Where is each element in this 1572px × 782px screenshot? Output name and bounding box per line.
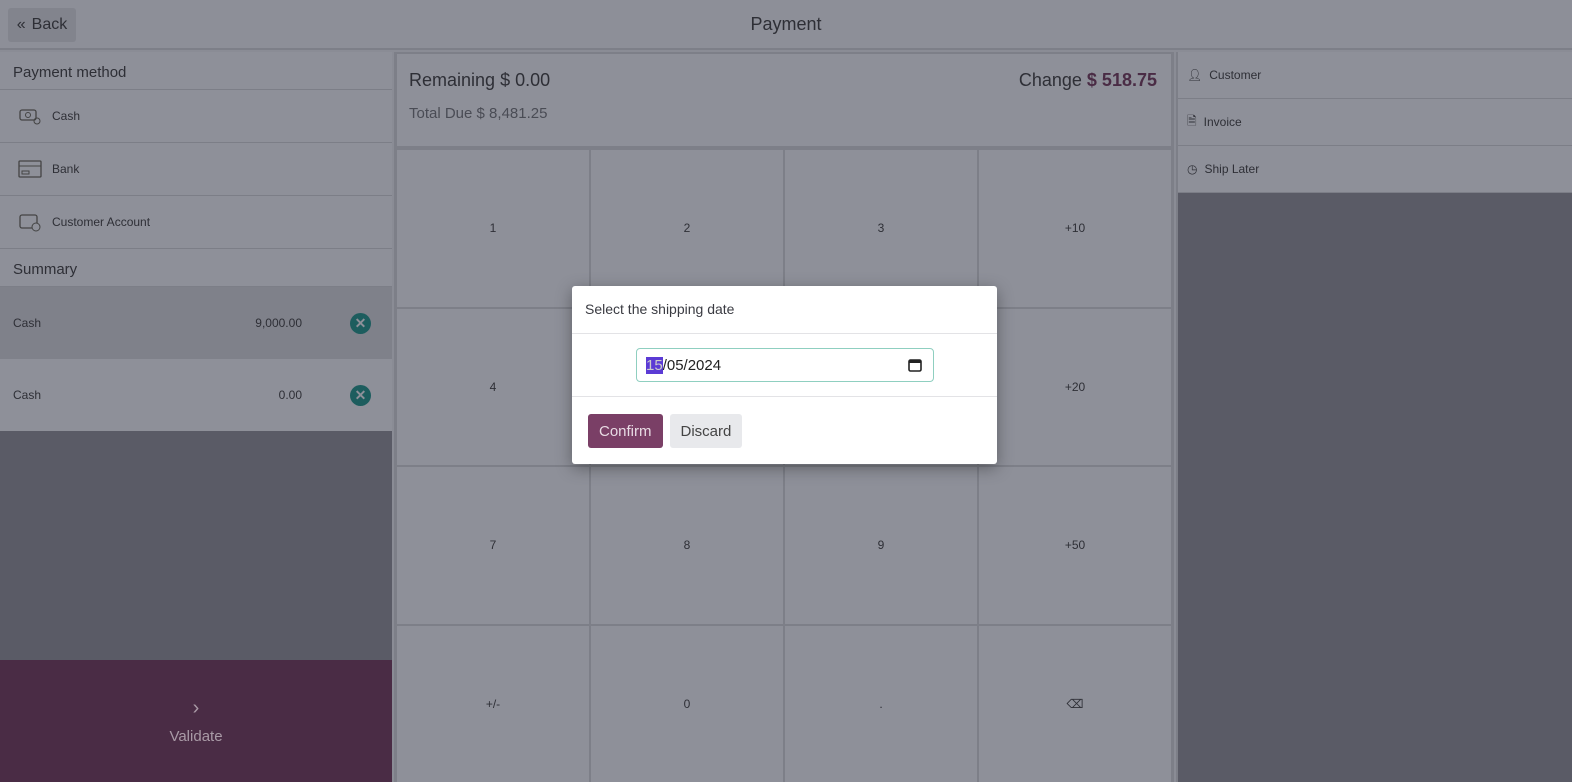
numpad-key[interactable]: 0 — [591, 625, 783, 782]
payment-line-method: Cash — [13, 316, 42, 330]
calendar-icon[interactable] — [907, 357, 923, 373]
payment-line[interactable]: Cash 9,000.00 ✕ — [0, 287, 392, 359]
top-bar: «Back Payment — [0, 0, 1572, 50]
chevron-right-icon: › — [192, 697, 200, 719]
numpad-key[interactable]: 4 — [397, 308, 589, 465]
ship-later-label: Ship Later — [1204, 162, 1260, 176]
ship-later-button[interactable]: ◷ Ship Later — [1178, 146, 1572, 193]
page-title: Payment — [750, 14, 822, 34]
file-icon: 🗎 — [1187, 113, 1197, 128]
numpad-key[interactable]: +20 — [979, 308, 1171, 465]
total-due-label: Total Due — [409, 105, 473, 122]
numpad-key[interactable]: 1 — [397, 150, 589, 307]
payment-method-title: Payment method — [0, 52, 392, 90]
payment-line-amount: 0.00 — [278, 388, 302, 402]
payment-method-label: Bank — [52, 162, 80, 176]
numpad-key[interactable]: . — [785, 625, 977, 782]
left-panel: Payment method Cash Bank Customer Accoun… — [0, 52, 392, 782]
date-day-segment[interactable]: 15 — [646, 356, 663, 374]
invoice-button[interactable]: 🗎 Invoice — [1178, 99, 1572, 146]
numpad-key[interactable]: 3 — [785, 150, 977, 307]
payment-method-bank[interactable]: Bank — [0, 143, 392, 196]
summary-title: Summary — [0, 249, 392, 287]
remove-line-icon[interactable]: ✕ — [350, 312, 371, 334]
numpad-key[interactable]: ⌫ — [979, 625, 1171, 782]
remaining-label: Remaining — [409, 70, 496, 90]
dialog-title: Select the shipping date — [572, 286, 997, 334]
invoice-label: Invoice — [1203, 115, 1242, 129]
payment-totals: Remaining $ 0.00 Change $ 518.75 Total D… — [397, 54, 1171, 146]
change-label: Change — [1018, 70, 1082, 90]
payment-method-cash[interactable]: Cash — [0, 90, 392, 143]
payment-line-amount: 9,000.00 — [255, 316, 302, 330]
user-icon: 👤︎ — [1187, 68, 1203, 82]
remaining-value: $ 0.00 — [500, 70, 551, 90]
cash-icon — [19, 109, 41, 125]
payment-method-label: Cash — [52, 109, 81, 123]
payment-method-label: Customer Account — [52, 215, 151, 229]
customer-label: Customer — [1209, 68, 1262, 82]
numpad: 123+10456+20789+50+/-0.⌫ — [397, 150, 1171, 782]
shipping-date-input[interactable]: 15/05/2024 — [636, 348, 934, 382]
confirm-button[interactable]: Confirm — [588, 414, 663, 448]
numpad-key[interactable]: +10 — [979, 150, 1171, 307]
validate-button[interactable]: › Validate — [0, 660, 392, 782]
right-panel: 👤︎ Customer 🗎 Invoice ◷ Ship Later — [1176, 52, 1572, 782]
date-rest: /05/2024 — [662, 356, 722, 374]
numpad-key[interactable]: +50 — [979, 467, 1171, 624]
payment-method-customer-account[interactable]: Customer Account — [0, 196, 392, 249]
remove-line-icon[interactable]: ✕ — [350, 384, 371, 406]
customer-account-icon — [19, 214, 41, 232]
numpad-key[interactable]: 7 — [397, 467, 589, 624]
discard-button[interactable]: Discard — [669, 414, 743, 448]
customer-button[interactable]: 👤︎ Customer — [1178, 52, 1572, 99]
numpad-key[interactable]: 9 — [785, 467, 977, 624]
clock-icon: ◷ — [1187, 162, 1198, 176]
numpad-key[interactable]: 2 — [591, 150, 783, 307]
shipping-date-dialog: Select the shipping date 15/05/2024 Conf… — [572, 286, 997, 464]
bank-card-icon — [18, 160, 42, 178]
payment-line[interactable]: Cash 0.00 ✕ — [0, 359, 392, 431]
validate-label: Validate — [169, 728, 223, 745]
payment-line-method: Cash — [13, 388, 42, 402]
total-due-value: $ 8,481.25 — [476, 105, 548, 122]
numpad-key[interactable]: 8 — [591, 467, 783, 624]
numpad-key[interactable]: +/- — [397, 625, 589, 782]
change-value: $ 518.75 — [1086, 70, 1157, 90]
